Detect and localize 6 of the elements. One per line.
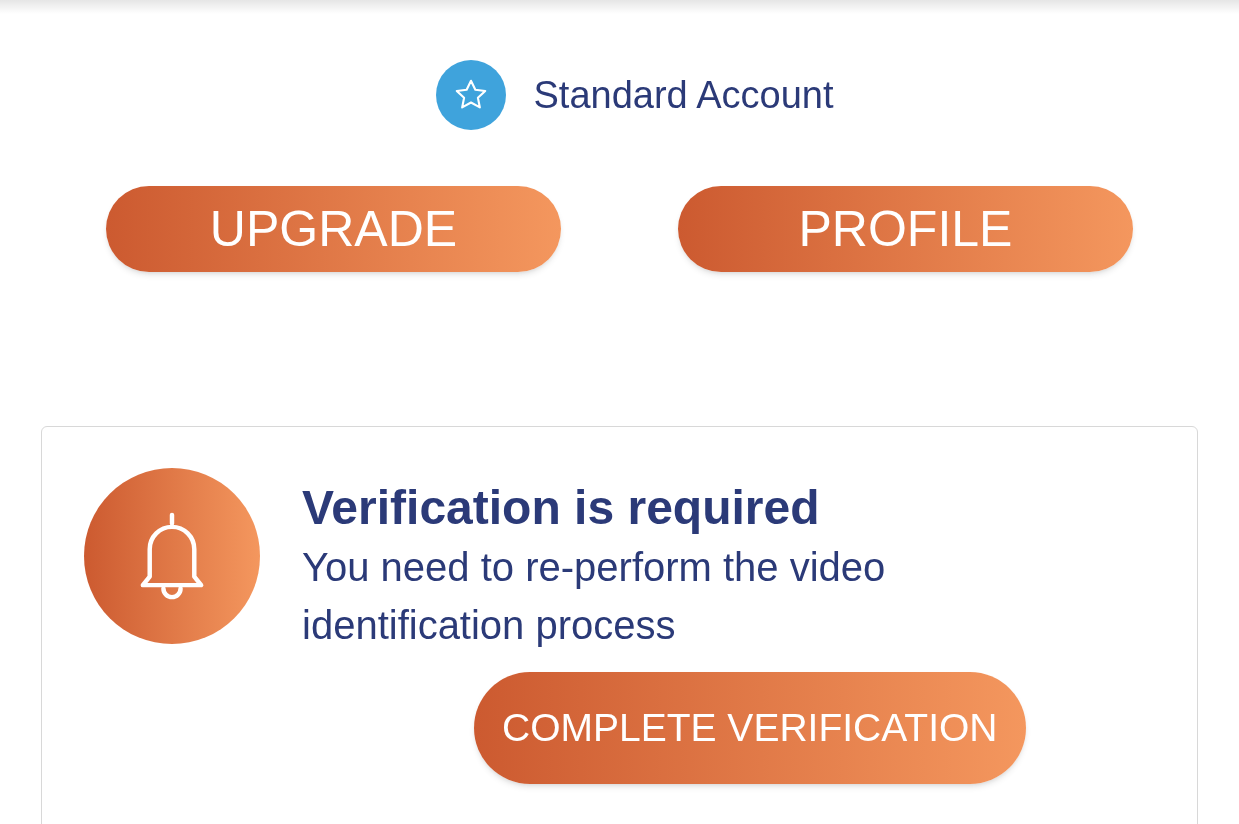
complete-verification-button[interactable]: COMPLETE VERIFICATION (474, 672, 1026, 784)
action-button[interactable]: PROFILE (678, 186, 1133, 272)
account-type: Standard Account (533, 72, 834, 118)
action-button[interactable]: UPGRADE (106, 186, 561, 272)
notice-title: Verification is required (302, 480, 821, 536)
notice-message: You need to re-perform the video identification process (302, 544, 887, 649)
